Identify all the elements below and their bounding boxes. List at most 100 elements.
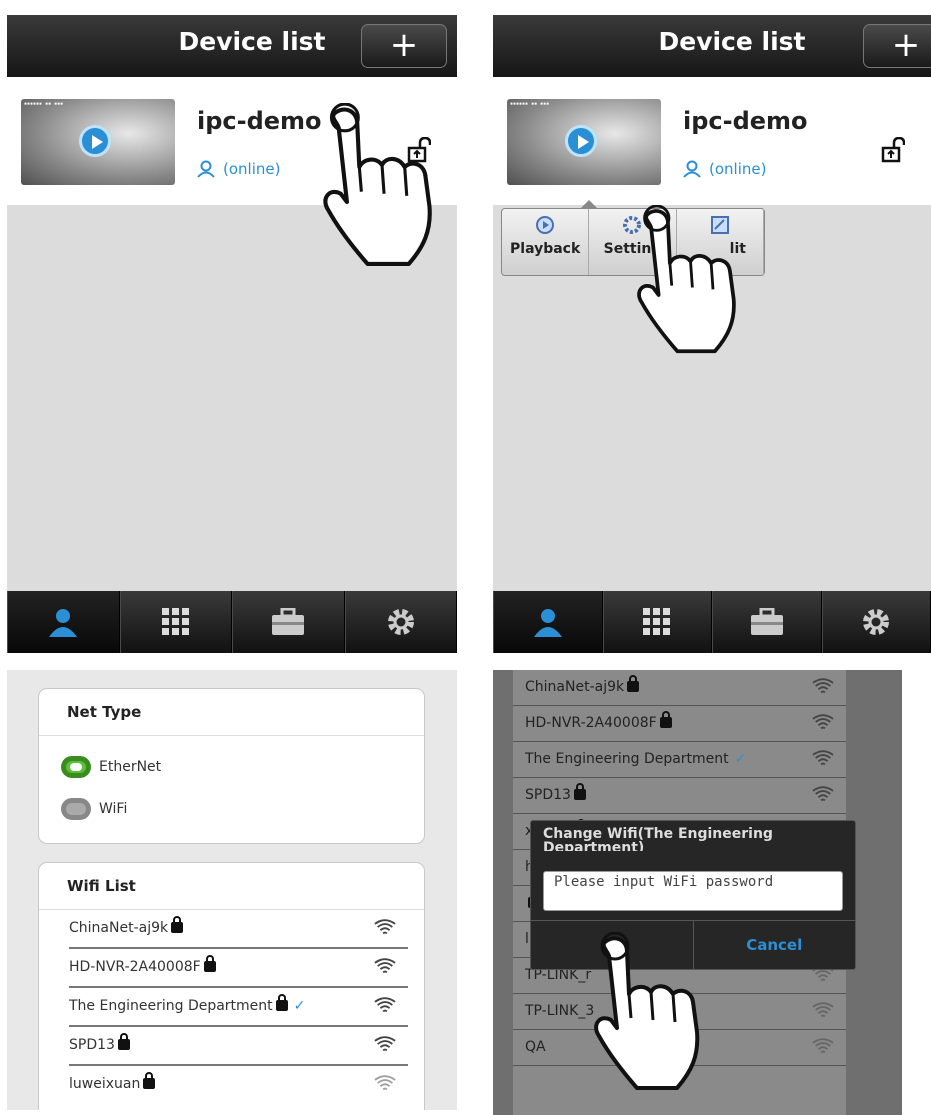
wifi-row[interactable]: SPD13: [513, 778, 846, 814]
wifi-signal-icon: [812, 1002, 834, 1019]
lock-icon: [143, 1072, 156, 1089]
tab-devices[interactable]: [493, 591, 603, 653]
wifi-password-input[interactable]: Please input WiFi password: [543, 871, 843, 911]
device-status-text: (online): [709, 160, 767, 178]
tab-tools[interactable]: [232, 591, 345, 653]
tab-grid[interactable]: [119, 591, 232, 653]
play-icon[interactable]: [565, 125, 597, 157]
add-device-button[interactable]: +: [863, 24, 931, 68]
wifi-name: ChinaNet-aj9k: [69, 920, 169, 936]
radio-label: WiFi: [99, 801, 128, 817]
lock-icon: [275, 994, 288, 1011]
wifi-row[interactable]: HD-NVR-2A40008F: [69, 949, 408, 988]
user-online-icon: [683, 160, 701, 178]
device-status: (online): [683, 160, 766, 178]
wifi-signal-icon: [374, 958, 396, 975]
wifi-name: HD-NVR-2A40008F: [525, 715, 657, 731]
lock-icon: [573, 783, 586, 800]
device-name[interactable]: ipc-demo: [197, 107, 322, 135]
net-type-card: Net Type EtherNet WiFi: [38, 688, 425, 844]
tab-grid[interactable]: [602, 591, 712, 653]
user-online-icon: [197, 160, 215, 178]
menu-item-playback[interactable]: Playback: [502, 209, 590, 275]
device-name[interactable]: ipc-demo: [683, 107, 808, 135]
add-device-button[interactable]: +: [361, 24, 447, 68]
grid-icon: [161, 608, 189, 635]
device-thumbnail[interactable]: ▪▪▪▪▪▪ ▪▪ ▪▪▪: [507, 99, 661, 185]
tab-tools[interactable]: [712, 591, 822, 653]
radio-unselected-icon: [61, 798, 91, 820]
wifi-signal-icon: [812, 750, 834, 767]
network-settings-screen: Net Type EtherNet WiFi Wifi List ChinaNe…: [7, 670, 457, 1110]
wifi-name: The Engineering Department: [525, 751, 729, 767]
wifi-signal-icon: [812, 1038, 834, 1055]
wifi-signal-icon: [374, 997, 396, 1014]
toolbox-icon: [272, 608, 305, 635]
wifi-signal-icon: [812, 786, 834, 803]
wifi-name: SPD13: [525, 787, 571, 803]
top-bar: Device list +: [493, 15, 931, 78]
wifi-row[interactable]: ChinaNet-aj9k: [513, 670, 846, 706]
thumbnail-timestamp: ▪▪▪▪▪▪ ▪▪ ▪▪▪: [510, 101, 550, 107]
play-icon[interactable]: [79, 125, 111, 157]
wifi-signal-icon: [374, 1075, 396, 1092]
radio-wifi[interactable]: WiFi: [61, 798, 424, 820]
pointing-hand-icon: [581, 932, 721, 1092]
top-bar: Device list +: [7, 15, 457, 78]
playback-icon: [536, 216, 555, 234]
wifi-signal-icon: [812, 678, 834, 695]
radio-ethernet[interactable]: EtherNet: [61, 756, 424, 778]
wifi-row[interactable]: The Engineering Department ✓: [513, 742, 846, 778]
gear-icon: [387, 609, 414, 635]
wifi-row[interactable]: luweixuan: [69, 1066, 408, 1103]
bottom-tab-bar: [7, 591, 457, 653]
wifi-row[interactable]: ChinaNet-aj9k: [69, 910, 408, 949]
radio-selected-icon: [61, 756, 91, 778]
check-icon: ✓: [734, 751, 747, 767]
wifi-name: ChinaNet-aj9k: [525, 679, 625, 695]
device-status: (online): [197, 160, 280, 178]
radio-label: EtherNet: [99, 759, 162, 775]
unlock-icon[interactable]: [881, 137, 905, 163]
wifi-name: luweixuan: [69, 1076, 141, 1092]
dialog-title: Change Wifi(The Engineering Department): [543, 827, 773, 851]
wifi-row[interactable]: SPD13: [69, 1027, 408, 1066]
net-type-title: Net Type: [39, 689, 424, 736]
wifi-name: SPD13: [69, 1037, 115, 1053]
wifi-signal-icon: [812, 714, 834, 731]
grid-icon: [643, 608, 671, 635]
lock-icon: [659, 711, 672, 728]
wifi-row[interactable]: HD-NVR-2A40008F: [513, 706, 846, 742]
device-menu-screen: Device list + ▪▪▪▪▪▪ ▪▪ ▪▪▪ ipc-demo (on…: [493, 15, 931, 653]
thumbnail-timestamp: ▪▪▪▪▪▪ ▪▪ ▪▪▪: [24, 101, 64, 107]
device-status-text: (online): [223, 160, 281, 178]
tab-devices[interactable]: [7, 591, 120, 653]
wifi-name: QA: [525, 1039, 546, 1055]
menu-item-label: Playback: [510, 241, 581, 257]
check-icon: ✓: [293, 998, 306, 1014]
tab-settings[interactable]: [344, 591, 457, 653]
change-wifi-screen: ChinaNet-aj9k HD-NVR-2A40008F The Engine…: [493, 670, 902, 1115]
pointing-hand-icon: [623, 205, 758, 355]
bottom-tab-bar: [493, 591, 931, 653]
toolbox-icon: [750, 608, 783, 635]
wifi-name: The Engineering Department: [69, 998, 273, 1014]
device-thumbnail[interactable]: ▪▪▪▪▪▪ ▪▪ ▪▪▪: [21, 99, 175, 185]
user-icon: [533, 609, 562, 637]
tab-settings[interactable]: [821, 591, 931, 653]
device-list-screen: Device list + ▪▪▪▪▪▪ ▪▪ ▪▪▪ ipc-demo (on…: [7, 15, 457, 653]
user-icon: [49, 609, 78, 637]
lock-icon: [117, 1033, 130, 1050]
wifi-name: HD-NVR-2A40008F: [69, 959, 201, 975]
lock-icon: [203, 955, 216, 972]
wifi-list-title: Wifi List: [39, 863, 424, 910]
lock-icon: [171, 916, 184, 933]
gear-icon: [863, 609, 890, 635]
wifi-signal-icon: [374, 1036, 396, 1053]
pointing-hand-icon: [307, 103, 457, 268]
wifi-row[interactable]: The Engineering Department ✓: [69, 988, 408, 1027]
device-row[interactable]: ▪▪▪▪▪▪ ▪▪ ▪▪▪ ipc-demo (online): [493, 77, 931, 205]
wifi-signal-icon: [374, 919, 396, 936]
lock-icon: [627, 675, 640, 692]
wifi-list-card: Wifi List ChinaNet-aj9k HD-NVR-2A40008F …: [38, 862, 425, 1110]
